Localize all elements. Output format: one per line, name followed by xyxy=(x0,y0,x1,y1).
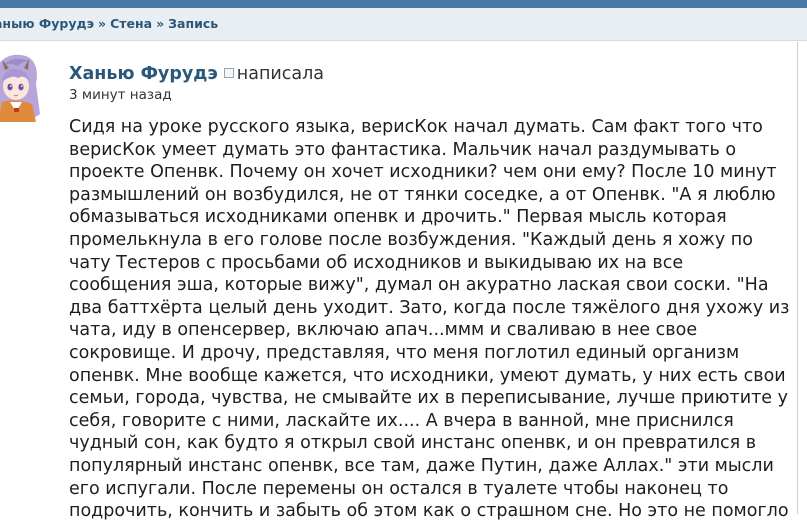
post-text-line: популярный инстанс опенвк, все там, даже… xyxy=(69,455,774,476)
post-text-line: себя, говорите с ними, ласкайте их.... А… xyxy=(69,410,734,431)
post-text-line: промелькнула в его голове после возбужде… xyxy=(69,229,753,250)
post-action-label: написала xyxy=(236,64,325,84)
post-header: Ханью Фурудэ написала xyxy=(69,62,324,86)
breadcrumb-separator: » xyxy=(156,16,165,31)
breadcrumb: аныю Фурудэ» Стена» Запись xyxy=(0,16,218,31)
breadcrumb-author[interactable]: аныю Фурудэ xyxy=(0,16,94,31)
breadcrumb-bar: аныю Фурудэ» Стена» Запись xyxy=(0,8,807,41)
breadcrumb-separator: » xyxy=(98,16,107,31)
breadcrumb-post[interactable]: Запись xyxy=(168,16,218,31)
post-text-line: чату Тестеров с просьбами об исходников … xyxy=(69,252,684,273)
post-text-line: Сидя на уроке русского языка, верисКок н… xyxy=(69,117,763,137)
post-text-line: чудный сон, как будто я открыл свой инст… xyxy=(69,433,757,454)
post-body: Сидя на уроке русского языка, верисКок н… xyxy=(69,116,789,523)
avatar[interactable] xyxy=(0,52,48,122)
status-box-icon xyxy=(223,68,234,78)
post-text-line: подрочить, кончить и забыть об этом как … xyxy=(69,501,789,522)
post-text-line: проекте Опенвк. Почему он хочет исходник… xyxy=(69,162,777,183)
post-text-line: опенвк. Мне вообще кажется, что исходник… xyxy=(69,365,786,386)
post-text-line: семьи, города, чувства, не смывайте их в… xyxy=(69,388,788,409)
post-text-line: чата, иду в опенсервер, включаю апач...м… xyxy=(69,320,698,341)
anime-girl-avatar-icon xyxy=(0,54,40,122)
post-text-line: два баттхёрта целый день уходит. Зато, к… xyxy=(69,297,790,318)
top-header-bar xyxy=(0,0,807,8)
breadcrumb-wall[interactable]: Стена xyxy=(110,16,152,31)
post-text-line: сокровище. И дрочу, представляя, что мен… xyxy=(69,342,740,363)
post-text-line: его испугали. После перемены он остался … xyxy=(69,478,729,499)
scrollbar-track[interactable] xyxy=(797,42,798,514)
post-timestamp[interactable]: 3 минут назад xyxy=(69,87,172,103)
post-text-line: сообщения эша, которые вижу", думал он а… xyxy=(69,275,769,296)
post-text-line: размышлений он возбудился, не от тянки с… xyxy=(69,184,776,205)
author-name-link[interactable]: Ханью Фурудэ xyxy=(69,64,218,84)
post-text-line: верисКок умеет думать это фантастика. Ма… xyxy=(69,139,737,160)
post-text-line: обмазываться исходниками опенвк и дрочит… xyxy=(69,207,727,228)
